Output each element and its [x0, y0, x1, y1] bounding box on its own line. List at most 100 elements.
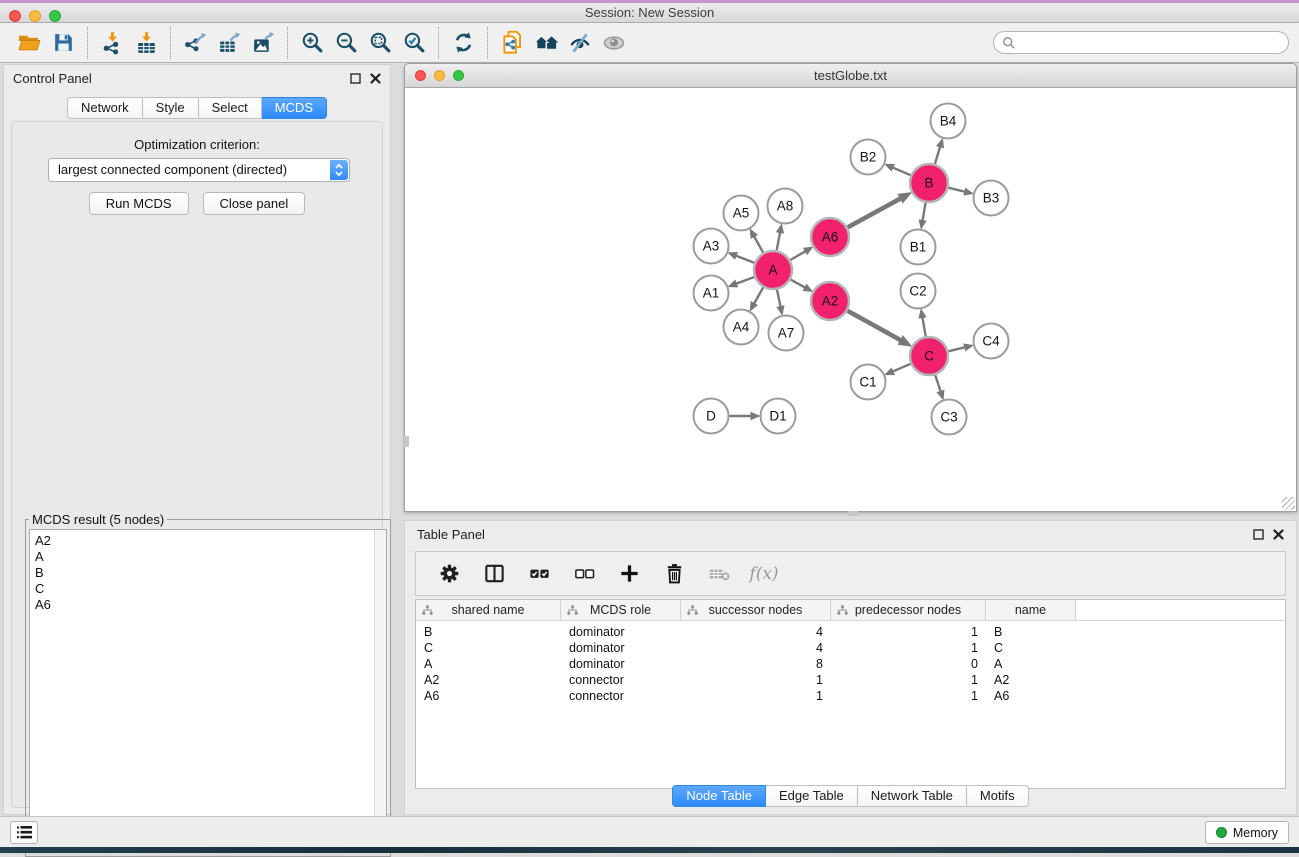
zoom-out-icon[interactable]: [329, 27, 363, 59]
zoom-in-icon[interactable]: [295, 27, 329, 59]
close-panel-button[interactable]: Close panel: [203, 192, 306, 215]
table-row[interactable]: A2connector11A2: [416, 672, 1285, 688]
criterion-select[interactable]: largest connected component (directed): [48, 158, 350, 182]
resize-grip[interactable]: [1282, 497, 1295, 510]
column-header-successor-nodes[interactable]: successor nodes: [681, 600, 831, 620]
graph-node-label: A6: [822, 230, 839, 245]
zoom-view-button[interactable]: [453, 70, 464, 81]
settings-gear-icon[interactable]: [432, 559, 466, 589]
graph-edge[interactable]: [735, 255, 754, 262]
first-neighbors-icon[interactable]: [529, 27, 563, 59]
tab-select[interactable]: Select: [199, 97, 262, 119]
graph-node-label: A4: [733, 320, 750, 335]
tab-network[interactable]: Network: [67, 97, 143, 119]
graph-edge[interactable]: [922, 317, 925, 337]
column-header-mcds-role[interactable]: MCDS role: [561, 600, 681, 620]
tab-motifs[interactable]: Motifs: [967, 785, 1029, 807]
show-column-icon[interactable]: [477, 559, 511, 589]
zoom-selected-icon[interactable]: [397, 27, 431, 59]
column-label: MCDS role: [590, 603, 651, 617]
graph-edge[interactable]: [791, 280, 806, 288]
search-field[interactable]: [993, 31, 1289, 54]
export-image-icon[interactable]: [246, 27, 280, 59]
graph-edge[interactable]: [892, 364, 911, 372]
export-network-icon[interactable]: [178, 27, 212, 59]
mcds-result-list[interactable]: A2ABCA6: [29, 529, 387, 852]
column-header-shared-name[interactable]: shared name: [416, 600, 561, 620]
zoom-fit-icon[interactable]: [363, 27, 397, 59]
graph-edge[interactable]: [848, 198, 902, 228]
minimize-view-button[interactable]: [434, 70, 445, 81]
select-all-icon[interactable]: [522, 559, 556, 589]
add-column-icon[interactable]: [612, 559, 646, 589]
graph-edge[interactable]: [790, 251, 806, 260]
mcds-result-item[interactable]: A: [35, 549, 386, 565]
table-row[interactable]: Bdominator41B: [416, 624, 1285, 640]
tab-mcds[interactable]: MCDS: [262, 97, 327, 119]
graph-edge[interactable]: [735, 277, 754, 284]
graph-edge[interactable]: [754, 236, 764, 253]
hide-graphics-details-icon[interactable]: [563, 27, 597, 59]
graph-edge[interactable]: [777, 232, 781, 251]
window-controls[interactable]: [9, 10, 61, 22]
close-panel-icon[interactable]: [1273, 529, 1284, 540]
float-panel-icon[interactable]: [1253, 529, 1264, 540]
memory-button[interactable]: Memory: [1205, 821, 1289, 844]
table-cell: 8: [681, 656, 831, 672]
search-input[interactable]: [1021, 36, 1280, 50]
apply-layout-icon[interactable]: [446, 27, 480, 59]
run-mcds-button[interactable]: Run MCDS: [89, 192, 189, 215]
graph-edge[interactable]: [848, 311, 902, 341]
import-network-icon[interactable]: [95, 27, 129, 59]
task-history-button[interactable]: [10, 821, 38, 844]
table-row[interactable]: Cdominator41C: [416, 640, 1285, 656]
criterion-selected-value: largest connected component (directed): [58, 162, 287, 177]
graph-edge[interactable]: [935, 146, 941, 164]
close-panel-icon[interactable]: [370, 73, 381, 84]
table-row[interactable]: A6connector11A6: [416, 688, 1285, 704]
result-scrollbar[interactable]: [374, 530, 386, 851]
graph-edge[interactable]: [777, 290, 781, 308]
mcds-result-item[interactable]: A2: [35, 533, 386, 549]
mcds-tab-content: Optimization criterion: largest connecte…: [11, 121, 383, 808]
column-header-name[interactable]: name: [986, 600, 1076, 620]
tab-style[interactable]: Style: [143, 97, 199, 119]
table-cell: B: [986, 624, 1076, 640]
graph-edge[interactable]: [922, 203, 925, 222]
zoom-window-button[interactable]: [49, 10, 61, 22]
open-file-icon[interactable]: [12, 27, 46, 59]
table-row[interactable]: Adominator80A: [416, 656, 1285, 672]
v-scrollbar-thumb[interactable]: [404, 436, 409, 447]
control-panel-title: Control Panel: [13, 71, 350, 86]
graph-node-label: A: [768, 263, 777, 278]
minimize-window-button[interactable]: [29, 10, 41, 22]
float-panel-icon[interactable]: [350, 73, 361, 84]
deselect-all-icon[interactable]: [567, 559, 601, 589]
export-table-icon[interactable]: [212, 27, 246, 59]
clone-network-icon[interactable]: [495, 27, 529, 59]
mcds-result-item[interactable]: A6: [35, 597, 386, 613]
close-window-button[interactable]: [9, 10, 21, 22]
graph-edge[interactable]: [754, 287, 764, 304]
table-cell: A6: [416, 688, 561, 704]
graph-edge[interactable]: [948, 347, 965, 351]
close-view-button[interactable]: [415, 70, 426, 81]
tab-node-table[interactable]: Node Table: [672, 785, 766, 807]
import-table-icon[interactable]: [129, 27, 163, 59]
column-header-predecessor-nodes[interactable]: predecessor nodes: [831, 600, 986, 620]
delete-column-icon[interactable]: [657, 559, 691, 589]
app-titlebar: Session: New Session: [0, 3, 1299, 23]
network-window-controls[interactable]: [415, 70, 464, 81]
graph-edge[interactable]: [935, 375, 941, 392]
table-cell: A2: [986, 672, 1076, 688]
mcds-result-item[interactable]: C: [35, 581, 386, 597]
graph-edge[interactable]: [892, 167, 911, 175]
network-canvas-svg[interactable]: B4B2BB3A8A5A6A3B1AC2A1A2A4A7C4CC1C3DD1: [405, 88, 1296, 511]
tab-edge-table[interactable]: Edge Table: [766, 785, 858, 807]
save-session-icon[interactable]: [46, 27, 80, 59]
graph-edge[interactable]: [948, 188, 965, 192]
h-scrollbar-thumb[interactable]: [848, 511, 858, 516]
tab-network-table[interactable]: Network Table: [858, 785, 967, 807]
network-window-titlebar[interactable]: testGlobe.txt: [405, 64, 1296, 88]
mcds-result-item[interactable]: B: [35, 565, 386, 581]
